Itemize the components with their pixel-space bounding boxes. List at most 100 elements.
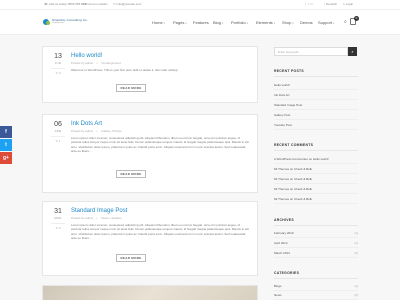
post-title[interactable]: Hello world!: [71, 53, 102, 59]
divider: [274, 150, 358, 151]
post-title[interactable]: Ink Dots Art: [71, 121, 102, 127]
blog-post: 13 JUN ✎ 0 Hello world! Posted by admin ▪…: [42, 46, 258, 103]
post-category[interactable]: Uncategorized: [101, 61, 120, 65]
chevron-down-icon: ▾: [292, 22, 294, 25]
chevron-down-icon: ▾: [246, 22, 248, 25]
folder-icon: ▪: [96, 129, 98, 133]
category-link[interactable]: News (2): [274, 292, 358, 300]
post-month: MAR: [54, 216, 62, 220]
recent-post-link[interactable]: Youtube Post: [274, 122, 358, 130]
featured-image[interactable]: [42, 285, 258, 300]
category-count: (1): [354, 284, 358, 288]
nav-features[interactable]: Features: [193, 20, 209, 25]
social-icons-top: f t in: [305, 2, 314, 6]
nav-support[interactable]: Support▾: [318, 20, 334, 25]
nav-elements[interactable]: Elements▾: [256, 20, 275, 25]
cart-count-badge: 0: [354, 16, 359, 21]
recent-post-link[interactable]: Ink Dots Art: [274, 92, 358, 100]
recent-post-link[interactable]: Gallery Post: [274, 112, 358, 120]
nav-blog-label: Blog: [213, 20, 222, 25]
mail-icon: ✉: [113, 2, 116, 6]
recent-comment-link[interactable]: A WordPress Commenter on Hello world!: [274, 156, 358, 164]
chevron-down-icon: ▾: [273, 22, 275, 25]
recent-comment-link[interactable]: Mr.Themes on Check & Bulk: [274, 186, 358, 194]
recent-post-link[interactable]: Hello world!: [274, 82, 358, 90]
site-logo[interactable]: Simplicity Consulting Co. Lorem ipsum: [43, 18, 88, 27]
read-more-button[interactable]: READ MORE: [116, 170, 146, 178]
archive-link[interactable]: April 2014 (1): [274, 240, 358, 248]
divider: [274, 278, 358, 279]
read-more-button[interactable]: READ MORE: [116, 84, 146, 92]
post-author[interactable]: Posted by admin: [71, 216, 93, 220]
comment-count[interactable]: ✎ 1: [51, 136, 65, 143]
archive-link[interactable]: February 2019 (1): [274, 230, 358, 238]
post-author[interactable]: Posted by admin: [71, 61, 93, 65]
search-icon: ⌕: [351, 49, 354, 54]
search-input[interactable]: Enter keywords: [274, 47, 348, 56]
divider: [274, 225, 358, 226]
post-excerpt: Lorem ipsum dolor sit amet, consectetur …: [71, 223, 249, 241]
post-day: 06: [54, 121, 62, 128]
post-author[interactable]: Posted by admin: [71, 129, 93, 133]
archive-label: March 2014: [274, 251, 290, 255]
recent-comment-link[interactable]: Mr.Themes on Check & Bulk: [274, 166, 358, 174]
logo-leaf-icon: [46, 21, 50, 25]
twitter-share-button[interactable]: t: [0, 139, 12, 151]
nav-pages-label: Pages: [173, 20, 185, 25]
google-plus-share-button[interactable]: g+: [0, 152, 12, 164]
chevron-down-icon: ▾: [222, 22, 224, 25]
email-info[interactable]: ✉info@yoursite.com: [113, 2, 141, 6]
comment-count[interactable]: ✎ 0: [51, 223, 65, 230]
top-bar: ☎Call us today! 0800 555 888 ⌖Find our L…: [0, 0, 400, 10]
chevron-down-icon: ▾: [163, 22, 165, 25]
category-count: (2): [354, 293, 358, 297]
login-link[interactable]: ●Login: [343, 2, 353, 6]
nav-home[interactable]: Home▾: [152, 20, 165, 25]
nav-demos[interactable]: Demos: [300, 20, 313, 25]
recent-comment-link[interactable]: Mr.Themes on Check & Bulk: [274, 196, 358, 204]
post-excerpt: Lorem ipsum dolor sit amet, consectetur …: [71, 136, 249, 154]
comment-count-value: 1: [58, 139, 61, 143]
post-category[interactable]: News, Updates: [101, 216, 121, 220]
phone-icon: ☎: [44, 2, 48, 6]
chevron-down-icon: ▾: [333, 22, 335, 25]
facebook-icon[interactable]: f: [305, 2, 306, 6]
search-icon[interactable]: ⌕: [344, 19, 347, 25]
post-date: 13 JUN ✎ 0: [51, 53, 65, 75]
post-meta: Posted by admin ▪ Gallery, Photos: [71, 129, 125, 133]
language-switcher[interactable]: ▪Deutsch: [324, 2, 337, 6]
nav-shop[interactable]: Shop▾: [282, 20, 294, 25]
location-info[interactable]: ⌖Find our Location: [82, 2, 108, 6]
divider: [274, 76, 358, 77]
post-date: 31 MAR ✎ 0: [51, 208, 65, 230]
search-submit-button[interactable]: ⌕: [348, 47, 357, 56]
post-title[interactable]: Standard Image Post: [71, 208, 127, 214]
recent-post-link[interactable]: Standard Image Post: [274, 102, 358, 110]
recent-comment-link[interactable]: Mr.Themes on Check & Bulk: [274, 176, 358, 184]
archive-link[interactable]: March 2014 (3): [274, 250, 358, 258]
phone-text: Call us today! 0800 555 888: [48, 2, 87, 6]
read-more-button[interactable]: READ MORE: [116, 254, 146, 262]
facebook-icon: f: [5, 129, 7, 135]
nav-pages[interactable]: Pages▾: [173, 20, 187, 25]
category-link[interactable]: Blogs (1): [274, 283, 358, 291]
facebook-share-button[interactable]: f: [0, 126, 12, 138]
user-icon: ●: [343, 2, 345, 6]
chevron-down-icon: ▾: [185, 22, 187, 25]
post-excerpt: Welcome to WordPress. This is your first…: [71, 68, 178, 72]
nav-blog[interactable]: Blog▾: [213, 20, 223, 25]
blog-post: 06 APR ✎ 1 Ink Dots Art Posted by admin ▪…: [42, 114, 258, 193]
nav-portfolio[interactable]: Portfolio▾: [231, 20, 248, 25]
language-label: Deutsch: [326, 2, 338, 6]
flag-icon: ▪: [324, 2, 326, 6]
category-label: News: [274, 293, 282, 297]
comment-count[interactable]: ✎ 0: [51, 68, 65, 75]
post-category[interactable]: Gallery, Photos: [101, 129, 121, 133]
category-label: Blogs: [274, 284, 282, 288]
archive-count: (1): [354, 241, 358, 245]
linkedin-icon[interactable]: in: [310, 2, 312, 6]
twitter-icon[interactable]: t: [308, 2, 309, 6]
recent-comments-title: RECENT COMMENTS: [274, 143, 314, 147]
folder-icon: ▪: [96, 216, 98, 220]
folder-icon: ▪: [96, 61, 98, 65]
